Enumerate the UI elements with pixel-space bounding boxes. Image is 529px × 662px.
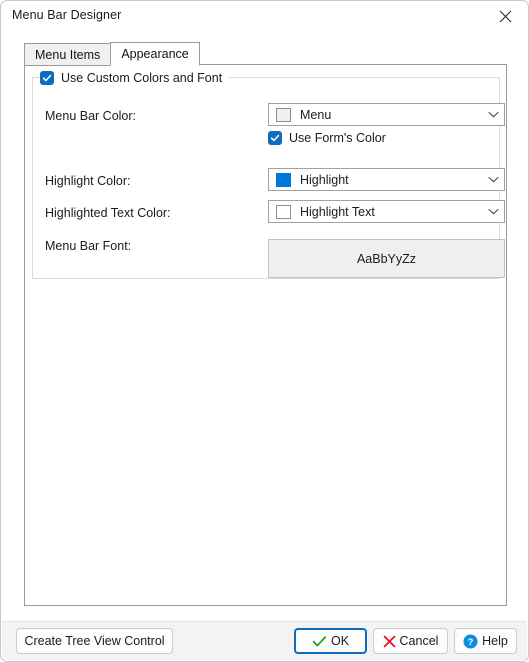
cancel-label: Cancel — [399, 634, 439, 648]
chevron-down-icon — [482, 176, 504, 183]
menu-bar-font-label: Menu Bar Font: — [45, 239, 132, 253]
menu-bar-font-preview-button[interactable]: AaBbYyZz — [268, 239, 505, 278]
close-icon[interactable] — [483, 1, 528, 31]
help-label: Help — [482, 634, 508, 648]
highlighted-text-color-label: Highlighted Text Color: — [45, 206, 171, 220]
highlight-color-label: Highlight Color: — [45, 174, 131, 188]
tab-menu-items[interactable]: Menu Items — [24, 43, 112, 66]
cancel-button[interactable]: Cancel — [373, 628, 448, 654]
tab-appearance[interactable]: Appearance — [110, 42, 200, 66]
check-icon — [312, 635, 327, 648]
tab-page-appearance: Use Custom Colors and Font Menu Bar Colo… — [24, 64, 507, 606]
highlighted-text-color-value: Highlight Text — [300, 204, 375, 219]
custom-colors-groupbox: Use Custom Colors and Font Menu Bar Colo… — [32, 69, 505, 279]
tab-appearance-label: Appearance — [121, 47, 189, 61]
highlighted-text-color-swatch — [276, 204, 291, 219]
menu-bar-color-swatch — [276, 107, 291, 122]
svg-text:?: ? — [468, 637, 474, 648]
highlight-color-value: Highlight — [300, 172, 349, 187]
checkbox-checked-icon — [268, 131, 282, 145]
ok-label: OK — [330, 634, 350, 648]
help-button[interactable]: ? Help — [454, 628, 517, 654]
chevron-down-icon — [482, 111, 504, 118]
help-circle-icon: ? — [463, 634, 478, 649]
menu-bar-color-value: Menu — [300, 107, 332, 122]
create-tree-view-control-label: Create Tree View Control — [24, 634, 165, 648]
menu-bar-color-label: Menu Bar Color: — [45, 109, 137, 123]
create-tree-view-control-button[interactable]: Create Tree View Control — [16, 628, 173, 654]
menu-bar-color-combobox[interactable]: Menu — [268, 103, 505, 126]
dialog-window: Menu Bar Designer Menu Items Appearance — [0, 0, 529, 662]
chevron-down-icon — [482, 208, 504, 215]
ok-button[interactable]: OK — [294, 628, 367, 654]
highlighted-text-color-combobox[interactable]: Highlight Text — [268, 200, 505, 223]
close-x-icon — [383, 635, 396, 648]
highlight-color-combobox[interactable]: Highlight — [268, 168, 505, 191]
title-bar: Menu Bar Designer — [1, 1, 528, 32]
use-custom-colors-label: Use Custom Colors and Font — [61, 71, 223, 85]
dialog-footer: Create Tree View Control OK Cancel ? Hel… — [2, 621, 527, 660]
use-custom-colors-checkbox[interactable]: Use Custom Colors and Font — [40, 69, 229, 87]
tab-strip: Menu Items Appearance — [24, 42, 200, 66]
tab-menu-items-label: Menu Items — [35, 47, 101, 62]
checkbox-checked-icon — [40, 71, 54, 85]
font-preview-text: AaBbYyZz — [356, 251, 417, 266]
use-forms-color-checkbox[interactable]: Use Form's Color — [268, 131, 386, 145]
use-forms-color-label: Use Form's Color — [289, 131, 386, 145]
highlight-color-swatch — [276, 172, 291, 187]
window-title: Menu Bar Designer — [12, 8, 122, 22]
